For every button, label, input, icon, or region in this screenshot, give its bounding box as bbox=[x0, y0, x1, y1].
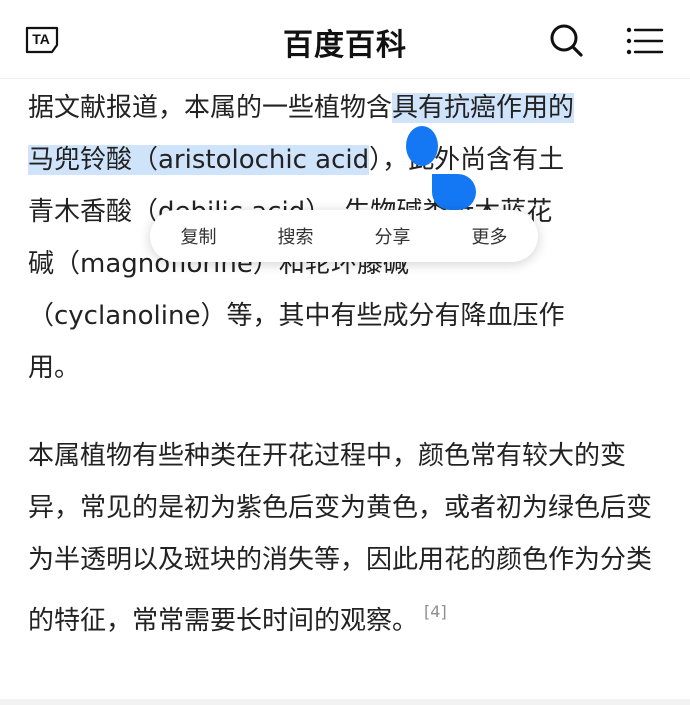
selected-text[interactable]: 马兜铃酸（aristolochic acid bbox=[28, 145, 370, 175]
search-button[interactable]: 搜索 bbox=[270, 223, 322, 249]
reference-link[interactable]: [4] bbox=[424, 602, 447, 621]
more-button[interactable]: 更多 bbox=[464, 223, 516, 249]
text-block: 本属植物有些种类在开花过程中，颜色常有较大的变异，常见的是初为紫色后变为黄色，或… bbox=[28, 430, 668, 647]
copy-button[interactable]: 复制 bbox=[173, 223, 225, 249]
text-selection-menu: 复制 搜索 分享 更多 bbox=[150, 210, 538, 262]
text-segment: （cyclanoline）等，其中有些成分有降血压作 bbox=[28, 301, 565, 331]
selection-end-handle[interactable] bbox=[432, 174, 476, 210]
menu-icon[interactable] bbox=[626, 26, 664, 56]
text-line: 马兜铃酸（aristolochic acid），此外尚含有土 bbox=[28, 134, 668, 186]
text-line: （cyclanoline）等，其中有些成分有降血压作 bbox=[28, 290, 668, 342]
bottom-divider bbox=[0, 699, 690, 705]
selection-start-handle[interactable] bbox=[406, 126, 438, 166]
text-segment: 据文献报道，本属的一些植物含 bbox=[28, 93, 393, 123]
text-segment: 本属植物有些种类在开花过程中，颜色常有较大的变异，常见的是初为紫色后变为黄色，或… bbox=[28, 441, 653, 636]
article-body: 据文献报道，本属的一些植物含具有抗癌作用的 马兜铃酸（aristolochic … bbox=[28, 78, 668, 647]
text-segment: 用。 bbox=[28, 353, 81, 383]
selected-text[interactable]: 具有抗癌作用的 bbox=[392, 93, 575, 123]
text-line: 据文献报道，本属的一些植物含具有抗癌作用的 bbox=[28, 82, 668, 134]
text-segment: ），此外尚含有土 bbox=[369, 145, 565, 175]
share-button[interactable]: 分享 bbox=[367, 223, 419, 249]
search-icon[interactable] bbox=[548, 22, 584, 58]
top-bar: TA 百度百科 bbox=[0, 0, 690, 79]
page-title: 百度百科 bbox=[283, 28, 407, 63]
text-line: 用。 bbox=[28, 342, 668, 394]
article-paragraph: 本属植物有些种类在开花过程中，颜色常有较大的变异，常见的是初为紫色后变为黄色，或… bbox=[28, 430, 668, 647]
